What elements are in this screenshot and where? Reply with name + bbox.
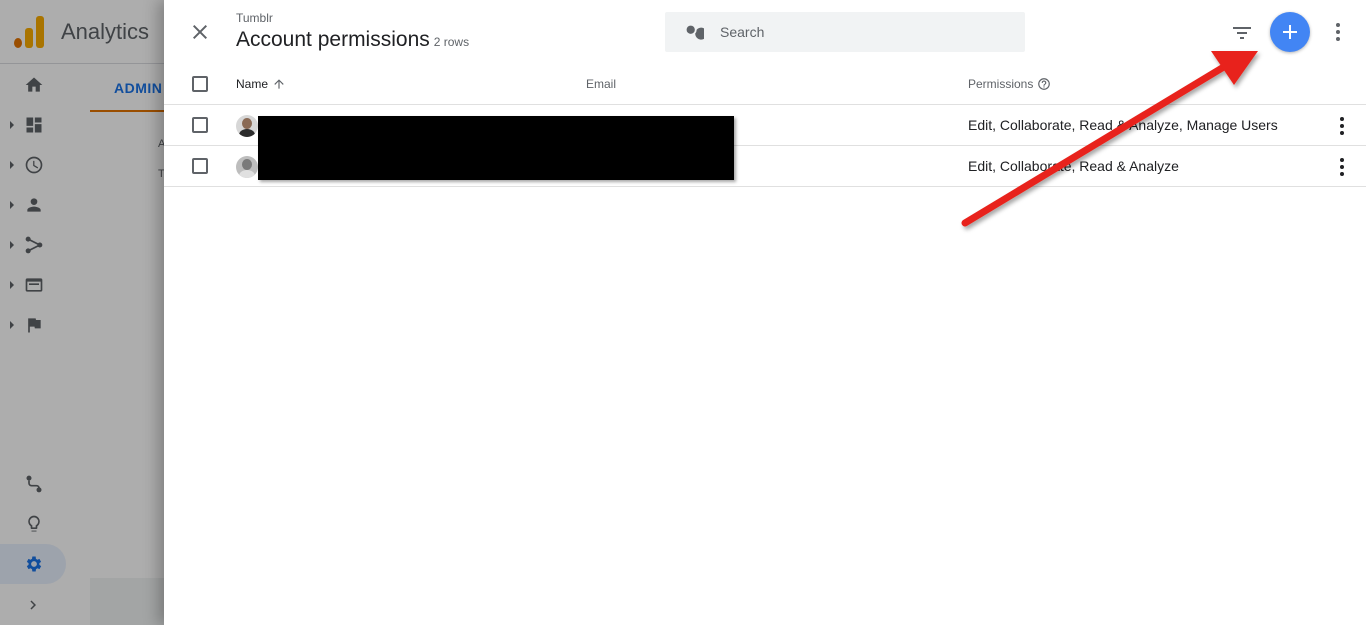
close-button[interactable] (188, 20, 212, 44)
column-name-label: Name (236, 77, 269, 91)
user-permissions: Edit, Collaborate, Read & Analyze (968, 158, 1179, 174)
search-input[interactable] (720, 24, 1000, 40)
more-vert-icon (1340, 117, 1344, 135)
account-name: Tumblr (236, 11, 273, 25)
search-box[interactable] (665, 12, 1025, 52)
page-title: Account permissions 2 rows (236, 28, 469, 52)
filter-icon (1233, 27, 1251, 39)
column-email-label: Email (586, 77, 617, 91)
avatar (236, 156, 258, 178)
account-permissions-panel: Tumblr Account permissions2 rows Name Em… (164, 0, 1366, 625)
row-checkbox[interactable] (192, 158, 208, 174)
arrow-upward-icon (274, 79, 284, 89)
redaction-box (258, 116, 734, 180)
help-outline-icon[interactable] (1037, 77, 1051, 91)
close-icon (193, 25, 207, 39)
column-name[interactable]: Name (236, 77, 286, 91)
select-all-checkbox[interactable] (192, 76, 208, 92)
filter-button[interactable] (1230, 22, 1254, 42)
more-vert-icon (1340, 158, 1344, 176)
user-permissions: Edit, Collaborate, Read & Analyze, Manag… (968, 117, 1278, 133)
more-options-button[interactable] (1328, 20, 1348, 44)
add-user-button[interactable] (1270, 12, 1310, 52)
row-checkbox[interactable] (192, 117, 208, 133)
row-count: 2 rows (433, 35, 470, 49)
more-vert-icon (1336, 23, 1340, 41)
avatar (236, 115, 258, 137)
search-icon (686, 25, 704, 40)
add-icon (1283, 25, 1297, 39)
table-header: Name Email Permissions (164, 64, 1366, 105)
row-more-button[interactable] (1332, 156, 1352, 178)
column-permissions[interactable]: Permissions (968, 77, 1051, 91)
page-title-text: Account permissions (236, 28, 430, 51)
column-email[interactable]: Email (586, 77, 616, 91)
row-more-button[interactable] (1332, 115, 1352, 137)
column-permissions-label: Permissions (968, 77, 1034, 91)
